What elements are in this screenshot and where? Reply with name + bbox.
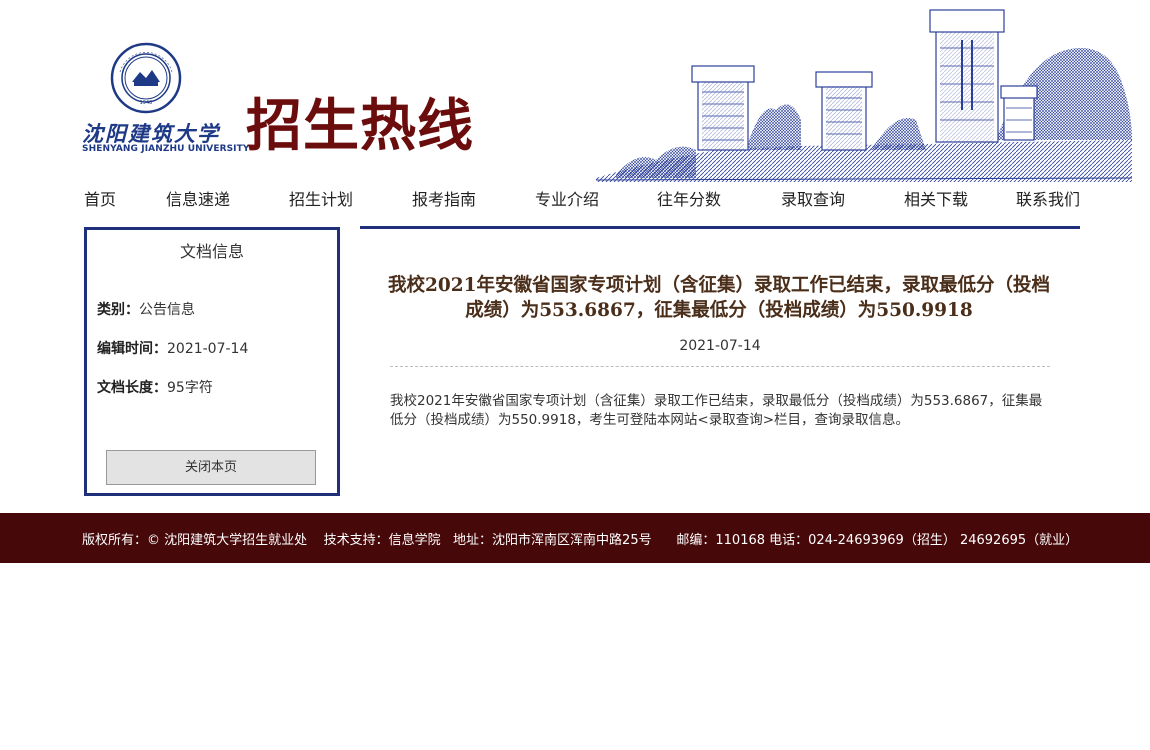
article-separator <box>390 366 1050 367</box>
length-value: 95字符 <box>167 380 213 396</box>
nav-item-past-scores[interactable]: 往年分数 <box>657 186 721 214</box>
panel-title: 文档信息 <box>179 242 244 261</box>
main-nav: 首页 信息速递 招生计划 报考指南 专业介绍 往年分数 录取查询 相关下载 联系… <box>70 186 1090 216</box>
info-edit-time: 编辑时间：2021-07-14 <box>97 338 248 358</box>
article-title: 我校2021年安徽省国家专项计划（含征集）录取工作已结束，录取最低分（投档成绩）… <box>388 275 1050 321</box>
info-length: 文档长度：95字符 <box>97 377 213 397</box>
nav-item-home[interactable]: 首页 <box>84 186 116 214</box>
nav-item-news[interactable]: 信息速递 <box>166 186 230 214</box>
edit-time-value: 2021-07-14 <box>167 341 249 357</box>
emblem-year: 1948 <box>140 100 153 106</box>
content-top-divider <box>360 226 1080 229</box>
logo-name-cn: 沈阳建筑大学 <box>82 121 220 146</box>
logo-name-en: SHENYANG JIANZHU UNIVERSITY <box>82 144 250 154</box>
page-title: 招生热线 <box>246 94 474 159</box>
article-body: 我校2021年安徽省国家专项计划（含征集）录取工作已结束，录取最低分（投档成绩）… <box>390 393 1043 428</box>
document-info-panel: 文档信息 类别：公告信息 编辑时间：2021-07-14 文档长度：95字符 关… <box>84 227 340 496</box>
campus-towers-banner <box>596 9 1132 182</box>
article-date: 2021-07-14 <box>679 338 761 354</box>
header: 1948 沈阳建筑大学 SHENYANG JIANZHU UNIVERSITY … <box>0 0 1150 182</box>
nav-item-enrollment-plan[interactable]: 招生计划 <box>289 186 353 214</box>
info-category: 类别：公告信息 <box>97 299 195 319</box>
university-emblem-icon: 1948 <box>110 42 182 114</box>
category-value: 公告信息 <box>139 302 195 318</box>
footer: 版权所有：© 沈阳建筑大学招生就业处 技术支持：信息学院 地址：沈阳市浑南区浑南… <box>0 513 1150 563</box>
category-label: 类别： <box>97 302 139 318</box>
nav-item-admission-query[interactable]: 录取查询 <box>781 186 845 214</box>
nav-item-application-guide[interactable]: 报考指南 <box>412 186 476 214</box>
nav-item-contact[interactable]: 联系我们 <box>1016 186 1080 214</box>
university-logo[interactable]: 1948 沈阳建筑大学 SHENYANG JIANZHU UNIVERSITY <box>80 42 249 157</box>
nav-item-majors[interactable]: 专业介绍 <box>535 186 599 214</box>
nav-item-downloads[interactable]: 相关下载 <box>904 186 968 214</box>
close-page-button[interactable]: 关闭本页 <box>106 450 316 485</box>
footer-info: 版权所有：© 沈阳建筑大学招生就业处 技术支持：信息学院 地址：沈阳市浑南区浑南… <box>82 533 1079 548</box>
length-label: 文档长度： <box>97 380 167 396</box>
edit-time-label: 编辑时间： <box>97 341 167 357</box>
